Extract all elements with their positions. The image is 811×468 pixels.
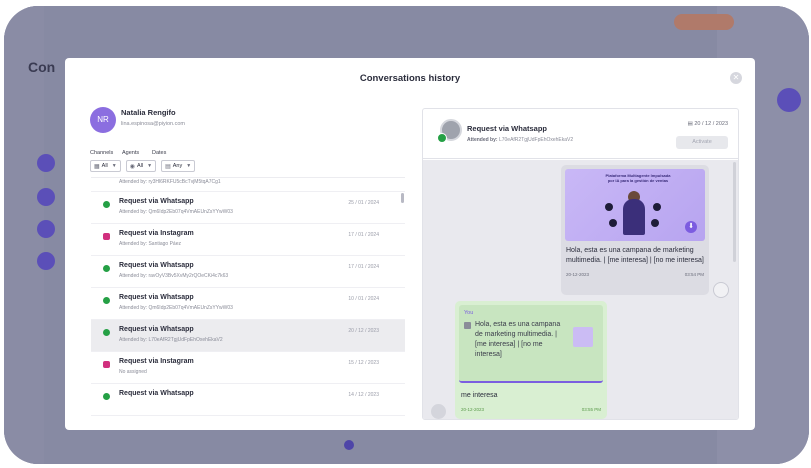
grid-icon: ▦: [94, 163, 100, 170]
filter-label-channels: Channels: [90, 150, 114, 156]
conversations-history-modal: Conversations history ✕ NR Natalia Rengi…: [65, 58, 755, 430]
download-icon[interactable]: ⬇: [685, 221, 697, 233]
instagram-icon: [103, 361, 110, 368]
message-time: 03:54 PM: [684, 272, 704, 277]
list-item[interactable]: Request via Instagram Attended by: Santi…: [91, 224, 405, 256]
chevron-down-icon: ▼: [147, 163, 153, 169]
quoted-message: You Hola, esta es una campana de marketi…: [459, 305, 603, 383]
list-item-date: 15 / 12 / 2023: [348, 360, 379, 366]
filter-label-agents: Agents: [122, 150, 140, 156]
message-date: 20-12-2023: [461, 407, 485, 412]
filters: Channels Agents Dates ▦ All ▼ ◉ All ▼ ▤ …: [90, 150, 200, 172]
list-item-partial: Attended by: ry3Hl6RKFU5cBcTvjM5tqA7Cg1: [91, 178, 405, 192]
chevron-down-icon: ▼: [111, 163, 117, 169]
whatsapp-icon: [103, 265, 110, 272]
incoming-message-meta: 20-12-2023 03:55 PM: [459, 407, 603, 412]
list-item-attended: No assigned: [119, 369, 147, 375]
attended-value: L70eAfR2TgjUdFpEhOxehEkaV2: [498, 137, 574, 143]
list-item-attended: Attended by: ravOyV3Bv5XvMy2rQOeCKi4c7k6…: [119, 273, 229, 279]
background-avatar: [777, 88, 801, 112]
list-item-selected[interactable]: Request via Whatsapp Attended by: L70eAf…: [91, 320, 405, 352]
list-item-date: 25 / 01 / 2024: [348, 200, 379, 206]
contact-avatar: [431, 404, 446, 419]
list-item[interactable]: Request via Whatsapp Attended by: ravOyV…: [91, 256, 405, 288]
whatsapp-icon: [103, 201, 110, 208]
list-item-date: 17 / 01 / 2024: [348, 232, 379, 238]
calendar-icon: ▤: [165, 163, 171, 170]
background-avatar: [37, 252, 55, 270]
list-item-attended: Attended by: Qm6Idp2Eb07q4VmAEUnZsYYwW03: [119, 305, 233, 311]
list-item[interactable]: Request via Whatsapp 14 / 12 / 2023: [91, 384, 405, 416]
close-icon[interactable]: ✕: [730, 72, 742, 84]
whatsapp-icon: [103, 329, 110, 336]
whatsapp-icon: [103, 393, 110, 400]
quoted-thumbnail: [573, 327, 593, 347]
background-avatar: [37, 188, 55, 206]
message-date: 20-12-2023: [566, 272, 590, 277]
list-item-attended: Attended by: Qm6Idp2Eb07q4VmAEUnZsYYwW03: [119, 209, 233, 215]
background-avatar: [37, 154, 55, 172]
user-icon: ◉: [129, 163, 135, 170]
list-item[interactable]: Request via Instagram No assigned 15 / 1…: [91, 352, 405, 384]
list-item-attended: Attended by: Santiago Páez: [119, 241, 181, 247]
outgoing-message: Plataforma Multiagente Impulsada por IA …: [561, 165, 709, 295]
chat-date-value: 20 / 12 / 2023: [694, 121, 728, 127]
agents-select[interactable]: ◉ All ▼: [125, 160, 157, 172]
outgoing-message-text: Hola, esta es una campana de marketing m…: [566, 247, 704, 264]
background-avatar: [37, 220, 55, 238]
promo-person: [623, 199, 645, 235]
image-icon: [464, 322, 471, 329]
instagram-icon: [103, 233, 110, 240]
chat-messages[interactable]: Plataforma Multiagente Impulsada por IA …: [423, 160, 738, 419]
modal-title: Conversations history: [359, 73, 461, 84]
promo-icon: [651, 219, 659, 227]
agents-value: All: [137, 163, 144, 169]
chat-panel: Request via Whatsapp Attended by: L70eAf…: [422, 108, 739, 420]
chat-date: ▤ 20 / 12 / 2023: [688, 121, 728, 127]
promo-icon: [609, 219, 617, 227]
agent-avatar: [713, 282, 729, 298]
list-item-date: 20 / 12 / 2023: [348, 328, 379, 334]
chat-attended: Attended by: L70eAfR2TgjUdFpEhOxehEkaV2: [467, 137, 573, 143]
quoted-author: You: [464, 310, 474, 316]
quoted-text: Hola, esta es una campana de marketing m…: [475, 321, 561, 358]
whatsapp-icon: [103, 297, 110, 304]
activate-button[interactable]: Activate: [676, 136, 728, 149]
incoming-message-text: me interesa: [461, 392, 498, 399]
user-name: Natalia Rengifo: [121, 108, 176, 117]
list-item-attended: Attended by: L70eAfR2TgjUdFpEhOxehEkaV2: [119, 337, 223, 343]
list-scrollbar[interactable]: [401, 193, 404, 203]
dates-value: Any: [172, 163, 183, 169]
attended-label: Attended by:: [467, 137, 498, 143]
avatar: NR: [90, 107, 116, 133]
promo-image-text: Plataforma Multiagente Impulsada por IA …: [605, 173, 671, 183]
background-pill: [674, 14, 734, 30]
promo-icon: [605, 203, 613, 211]
filter-label-dates: Dates: [152, 150, 167, 156]
whatsapp-icon: [437, 133, 447, 143]
user-email: lina.espinosa@piyion.com: [121, 121, 185, 127]
list-item[interactable]: Request via Whatsapp Attended by: Qm6Idp…: [91, 288, 405, 320]
incoming-message: You Hola, esta es una campana de marketi…: [455, 301, 607, 419]
promo-image: Plataforma Multiagente Impulsada por IA …: [565, 169, 705, 241]
list-item-date: 14 / 12 / 2023: [348, 392, 379, 398]
outgoing-message-meta: 20-12-2023 03:54 PM: [565, 272, 705, 277]
chat-title: Request via Whatsapp: [467, 124, 548, 133]
conversation-list[interactable]: Attended by: ry3Hl6RKFU5cBcTvjM5tqA7Cg1 …: [91, 177, 405, 420]
list-item[interactable]: Request via Whatsapp Attended by: Qm6Idp…: [91, 192, 405, 224]
list-item-date: 17 / 01 / 2024: [348, 264, 379, 270]
chevron-down-icon: ▼: [186, 163, 192, 169]
background-dot: [344, 440, 354, 450]
chat-scrollbar[interactable]: [733, 162, 736, 262]
promo-icon: [653, 203, 661, 211]
channels-select[interactable]: ▦ All ▼: [90, 160, 121, 172]
chat-header: Request via Whatsapp Attended by: L70eAf…: [423, 109, 738, 159]
calendar-icon: ▤: [687, 121, 693, 127]
list-item-date: 10 / 01 / 2024: [348, 296, 379, 302]
channels-value: All: [101, 163, 108, 169]
screenshot-frame: Con Conversations history ✕ NR Natalia R…: [4, 6, 809, 464]
message-time: 03:55 PM: [581, 407, 601, 412]
dates-select[interactable]: ▤ Any ▼: [161, 160, 196, 172]
background-page-title: Con: [28, 59, 56, 75]
